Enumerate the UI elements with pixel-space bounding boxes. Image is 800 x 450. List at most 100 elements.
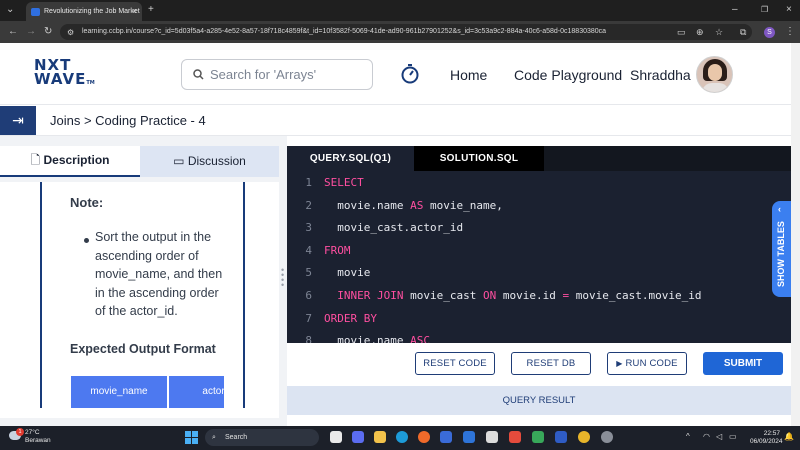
tab-query-sql[interactable]: QUERY.SQL(Q1) [287,146,414,171]
store-icon[interactable] [440,431,452,443]
download-app-icon[interactable] [463,431,475,443]
run-code-label: RUN CODE [625,358,678,369]
taskbar-search-icon: ⌕ [212,434,216,441]
line-number: 3 [305,221,312,235]
stopwatch-icon[interactable] [401,64,419,84]
firefox-icon[interactable] [418,431,430,443]
user-name[interactable]: Shraddha [630,67,691,83]
tab-title: Revolutionizing the Job Market [44,8,140,15]
weather-condition: Berawan [25,437,51,444]
play-icon: ▶ [616,359,623,368]
note-heading: Note: [70,195,104,210]
close-window-icon[interactable]: × [786,5,792,15]
app-icon-9[interactable] [509,431,521,443]
code-line: movie [324,266,371,280]
back-icon[interactable]: ← [8,27,18,37]
show-tables-button[interactable]: ‹ SHOW TABLES [772,201,792,297]
sidebar-toggle-button[interactable]: ⇥ [0,106,36,135]
new-tab-icon[interactable]: + [148,5,154,15]
minimize-icon[interactable]: – [732,5,738,15]
reset-db-button[interactable]: RESET DB [511,352,591,375]
bookmark-star-icon[interactable]: ☆ [715,27,723,37]
app-icon-10[interactable] [532,431,544,443]
nxtwave-logo[interactable]: NXT WAVETM [34,58,95,90]
profile-avatar-icon[interactable]: S [764,27,775,38]
address-bar[interactable]: learning.ccbp.in/course?c_id=5d03f5a4-a2… [60,24,752,40]
user-avatar[interactable] [696,56,733,93]
tab-close-icon[interactable]: × [132,2,137,21]
tab-list-icon[interactable]: ⌄ [6,5,14,15]
tab-description-label: Description [43,153,110,167]
tray-chevron-up-icon[interactable]: ^ [686,432,690,442]
show-tables-label: SHOW TABLES [776,221,786,287]
edge-icon[interactable] [396,431,408,443]
panel-resize-handle[interactable]: • • • • [281,266,284,290]
volume-icon[interactable]: ◁ [716,432,722,442]
reload-icon[interactable]: ↻ [44,27,52,37]
code-line: INNER JOIN movie_cast ON movie.id = movi… [337,289,702,302]
line-number: 4 [305,243,312,257]
site-favicon [31,8,40,16]
line-number: 2 [305,198,312,212]
output-table-header-actor-id: actor_id [169,376,224,408]
zoom-icon[interactable]: ⊕ [696,27,704,37]
chevron-left-icon: ‹ [778,204,781,214]
breadcrumb: Joins > Coding Practice - 4 [50,113,206,128]
browser-tab[interactable]: Revolutionizing the Job Market × [26,2,142,21]
weather-notification-badge: 1 [16,428,24,436]
code-line: movie_cast.actor_id [324,221,464,235]
editor-tabbar-fill [544,146,791,171]
clock-time: 22:57 [763,430,780,437]
nav-home-link[interactable]: Home [450,67,487,83]
notification-bell-icon[interactable]: 🔔 [784,432,794,442]
query-result-bar[interactable]: QUERY RESULT [287,386,791,415]
system-clock[interactable]: 22:57 06/09/2024 [750,430,783,446]
code-line: movie.name AS movie_name, [324,198,503,212]
settings-gear-icon[interactable] [601,431,613,443]
extensions-icon[interactable]: ⧉ [740,27,746,37]
code-line: FROM [324,243,351,257]
document-icon: 🗋 [30,153,41,167]
widgets-icon[interactable] [352,431,364,443]
install-app-icon[interactable]: ▭ [677,27,686,37]
code-line: SELECT [324,176,364,189]
bullet-dot [84,238,89,243]
nav-code-playground-link[interactable]: Code Playground [514,67,622,83]
logo-tm: TM [86,80,95,86]
weather-temp: 27°C [25,429,40,436]
windows-start-icon[interactable] [185,431,198,444]
url-text: learning.ccbp.in/course?c_id=5d03f5a4-a2… [82,28,607,35]
page-scrollbar[interactable] [791,43,800,426]
tab-discussion[interactable]: ▭ Discussion [140,146,279,177]
tab-description[interactable]: 🗋 Description [0,146,140,177]
task-view-icon[interactable] [330,431,342,443]
search-icon [193,69,204,80]
output-table-header-movie-name: movie_name [71,376,167,408]
reset-code-button[interactable]: RESET CODE [415,352,495,375]
maximize-icon[interactable]: ❐ [761,5,768,15]
clock-date: 06/09/2024 [750,438,783,445]
chat-icon: ▭ [173,154,185,168]
tab-solution-sql[interactable]: SOLUTION.SQL [414,146,544,171]
expected-output-heading: Expected Output Format [70,342,216,356]
wifi-icon[interactable]: ◠ [703,432,710,442]
app-icon-8[interactable] [486,431,498,443]
weather-widget[interactable]: 27°C Berawan [25,429,51,445]
line-number: 6 [305,289,312,302]
chrome-icon[interactable] [578,431,590,443]
browser-menu-icon[interactable]: ⋮ [785,27,795,37]
forward-icon[interactable]: → [26,27,36,37]
output-table-header-actor-id-label: actor_id [202,386,224,397]
line-number: 1 [305,176,312,189]
taskbar-search-label: Search [225,434,248,441]
battery-icon[interactable]: ▭ [729,432,737,442]
line-number: 5 [305,266,312,280]
line-number: 7 [305,311,312,325]
app-icon-11[interactable] [555,431,567,443]
file-explorer-icon[interactable] [374,431,386,443]
taskbar-search[interactable]: ⌕ Search [205,429,319,446]
run-code-button[interactable]: ▶ RUN CODE [607,352,687,375]
tab-discussion-label: Discussion [187,154,246,168]
submit-button[interactable]: SUBMIT [703,352,783,375]
site-info-icon[interactable]: ⚙ [67,28,74,38]
